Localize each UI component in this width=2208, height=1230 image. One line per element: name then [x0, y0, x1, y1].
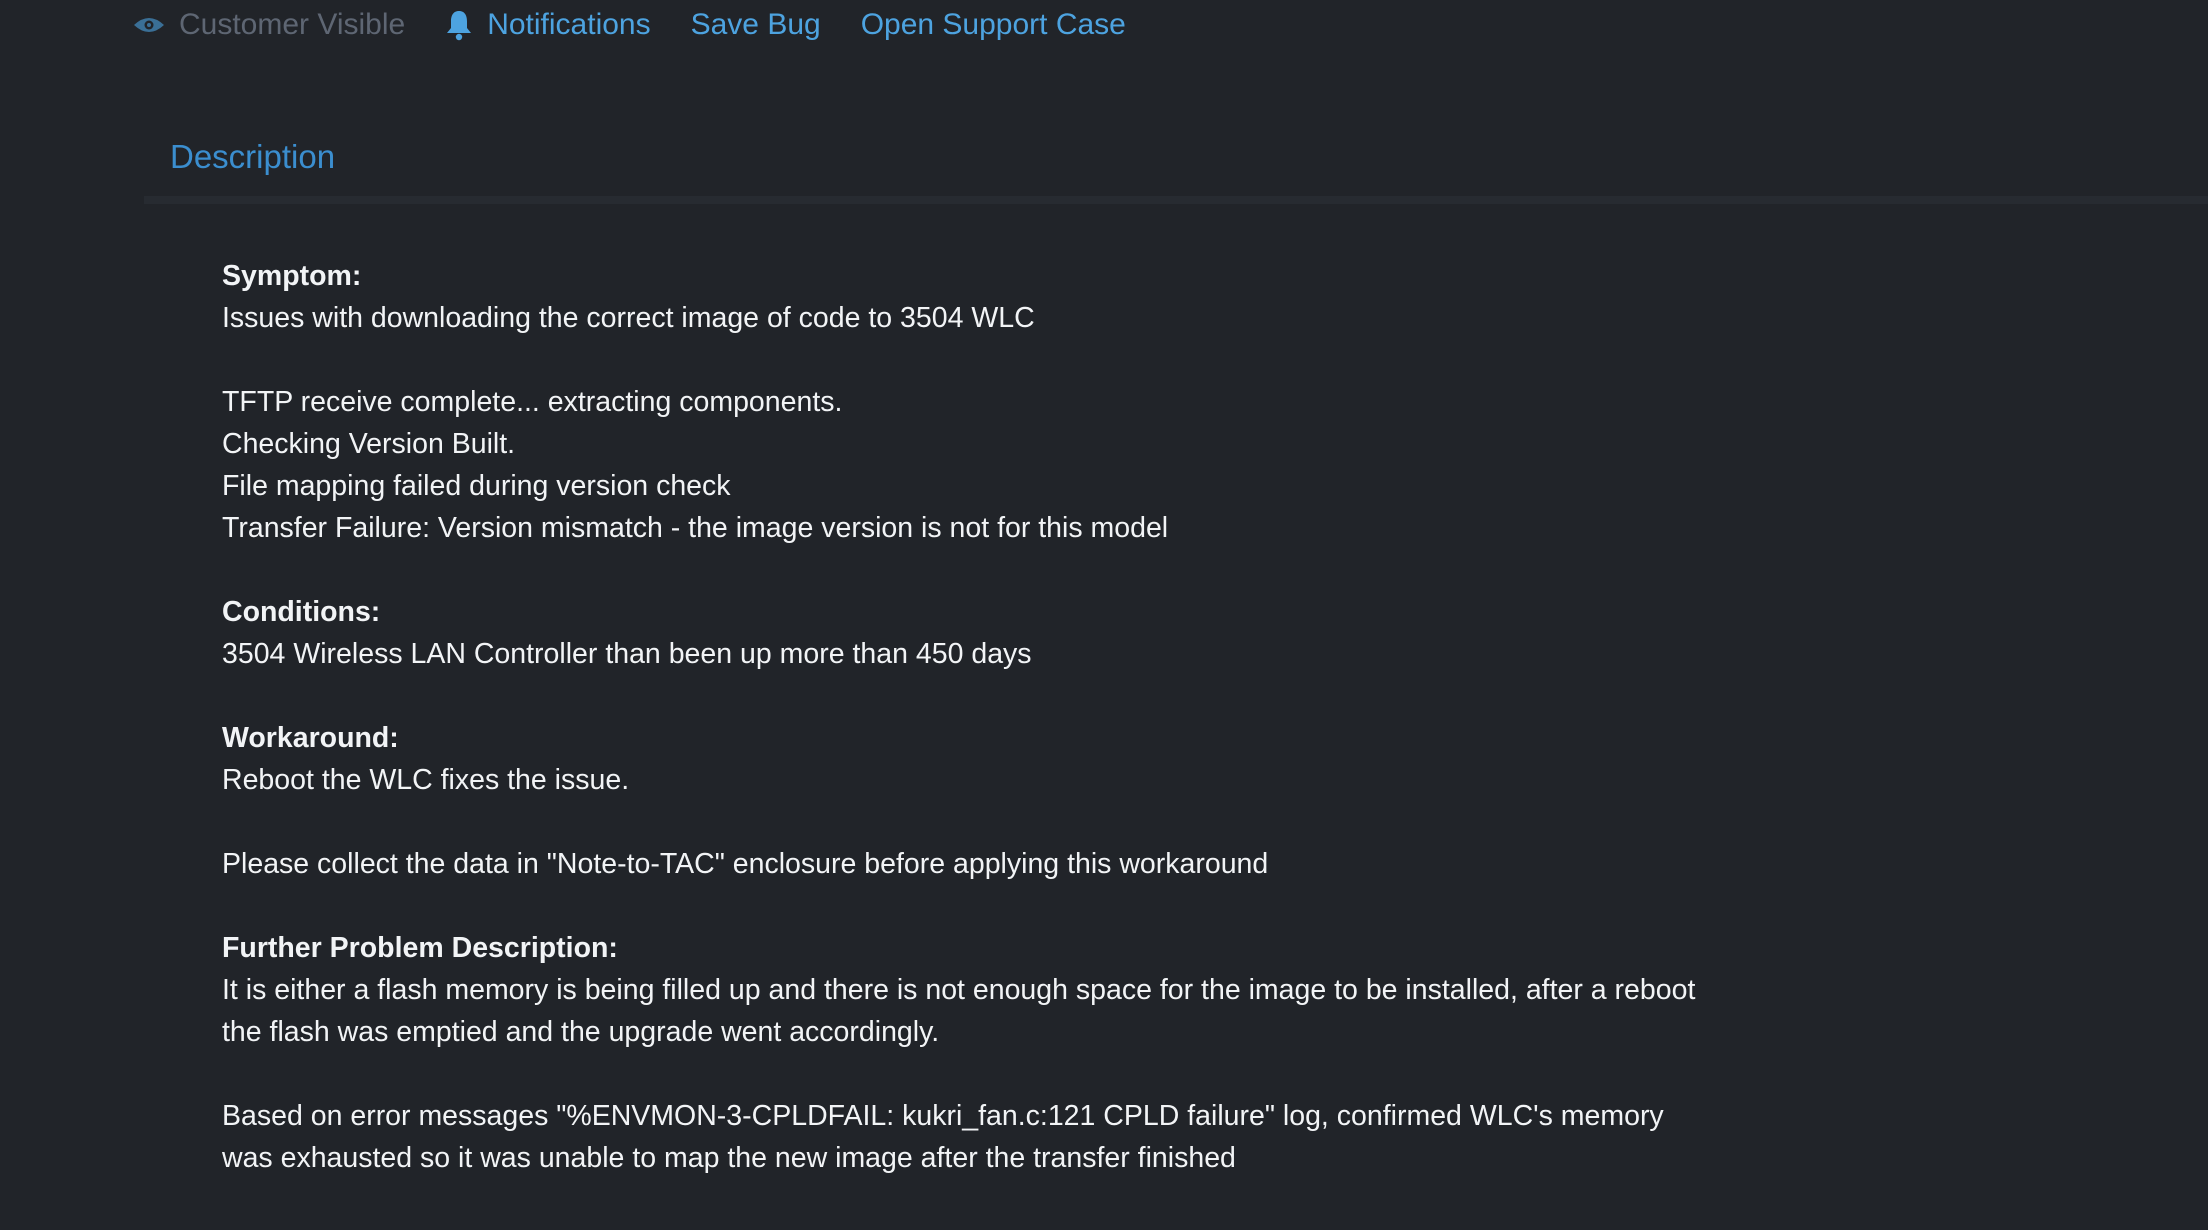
further-description-heading: Further Problem Description:: [222, 932, 618, 964]
notifications-label: Notifications: [487, 8, 651, 41]
tab-description[interactable]: Description: [170, 138, 335, 176]
symptom-text: Issues with downloading the correct imag…: [222, 302, 1035, 334]
error-analysis-text: Based on error messages "%ENVMON-3-CPLDF…: [222, 1100, 1664, 1174]
open-support-case-link[interactable]: Open Support Case: [861, 8, 1126, 42]
customer-visible-label: Customer Visible: [179, 8, 406, 41]
save-bug-link[interactable]: Save Bug: [691, 8, 821, 42]
customer-visible-indicator: Customer Visible: [133, 8, 405, 42]
symptom-heading: Symptom:: [222, 260, 362, 292]
open-support-case-label: Open Support Case: [860, 8, 1126, 41]
save-bug-label: Save Bug: [690, 8, 821, 41]
bug-toolbar: Customer Visible Notifications Save Bug …: [133, 0, 1166, 50]
workaround-heading: Workaround:: [222, 722, 399, 754]
eye-icon: [134, 18, 164, 32]
description-body: Symptom: Issues with downloading the cor…: [222, 255, 1722, 1179]
workaround-note: Please collect the data in "Note-to-TAC"…: [222, 848, 1269, 880]
log-line: Transfer Failure: Version mismatch - the…: [222, 512, 1169, 544]
conditions-heading: Conditions:: [222, 596, 381, 628]
notifications-button[interactable]: Notifications: [445, 8, 651, 42]
log-line: File mapping failed during version check: [222, 470, 731, 502]
bell-icon: [447, 11, 472, 41]
tab-divider: [144, 196, 2208, 204]
workaround-text: Reboot the WLC fixes the issue.: [222, 764, 630, 796]
log-line: Checking Version Built.: [222, 428, 516, 460]
tab-bar: Description: [144, 128, 2208, 204]
conditions-text: 3504 Wireless LAN Controller than been u…: [222, 638, 1032, 670]
log-line: TFTP receive complete... extracting comp…: [222, 386, 843, 418]
further-description-text: It is either a flash memory is being fil…: [222, 974, 1696, 1048]
